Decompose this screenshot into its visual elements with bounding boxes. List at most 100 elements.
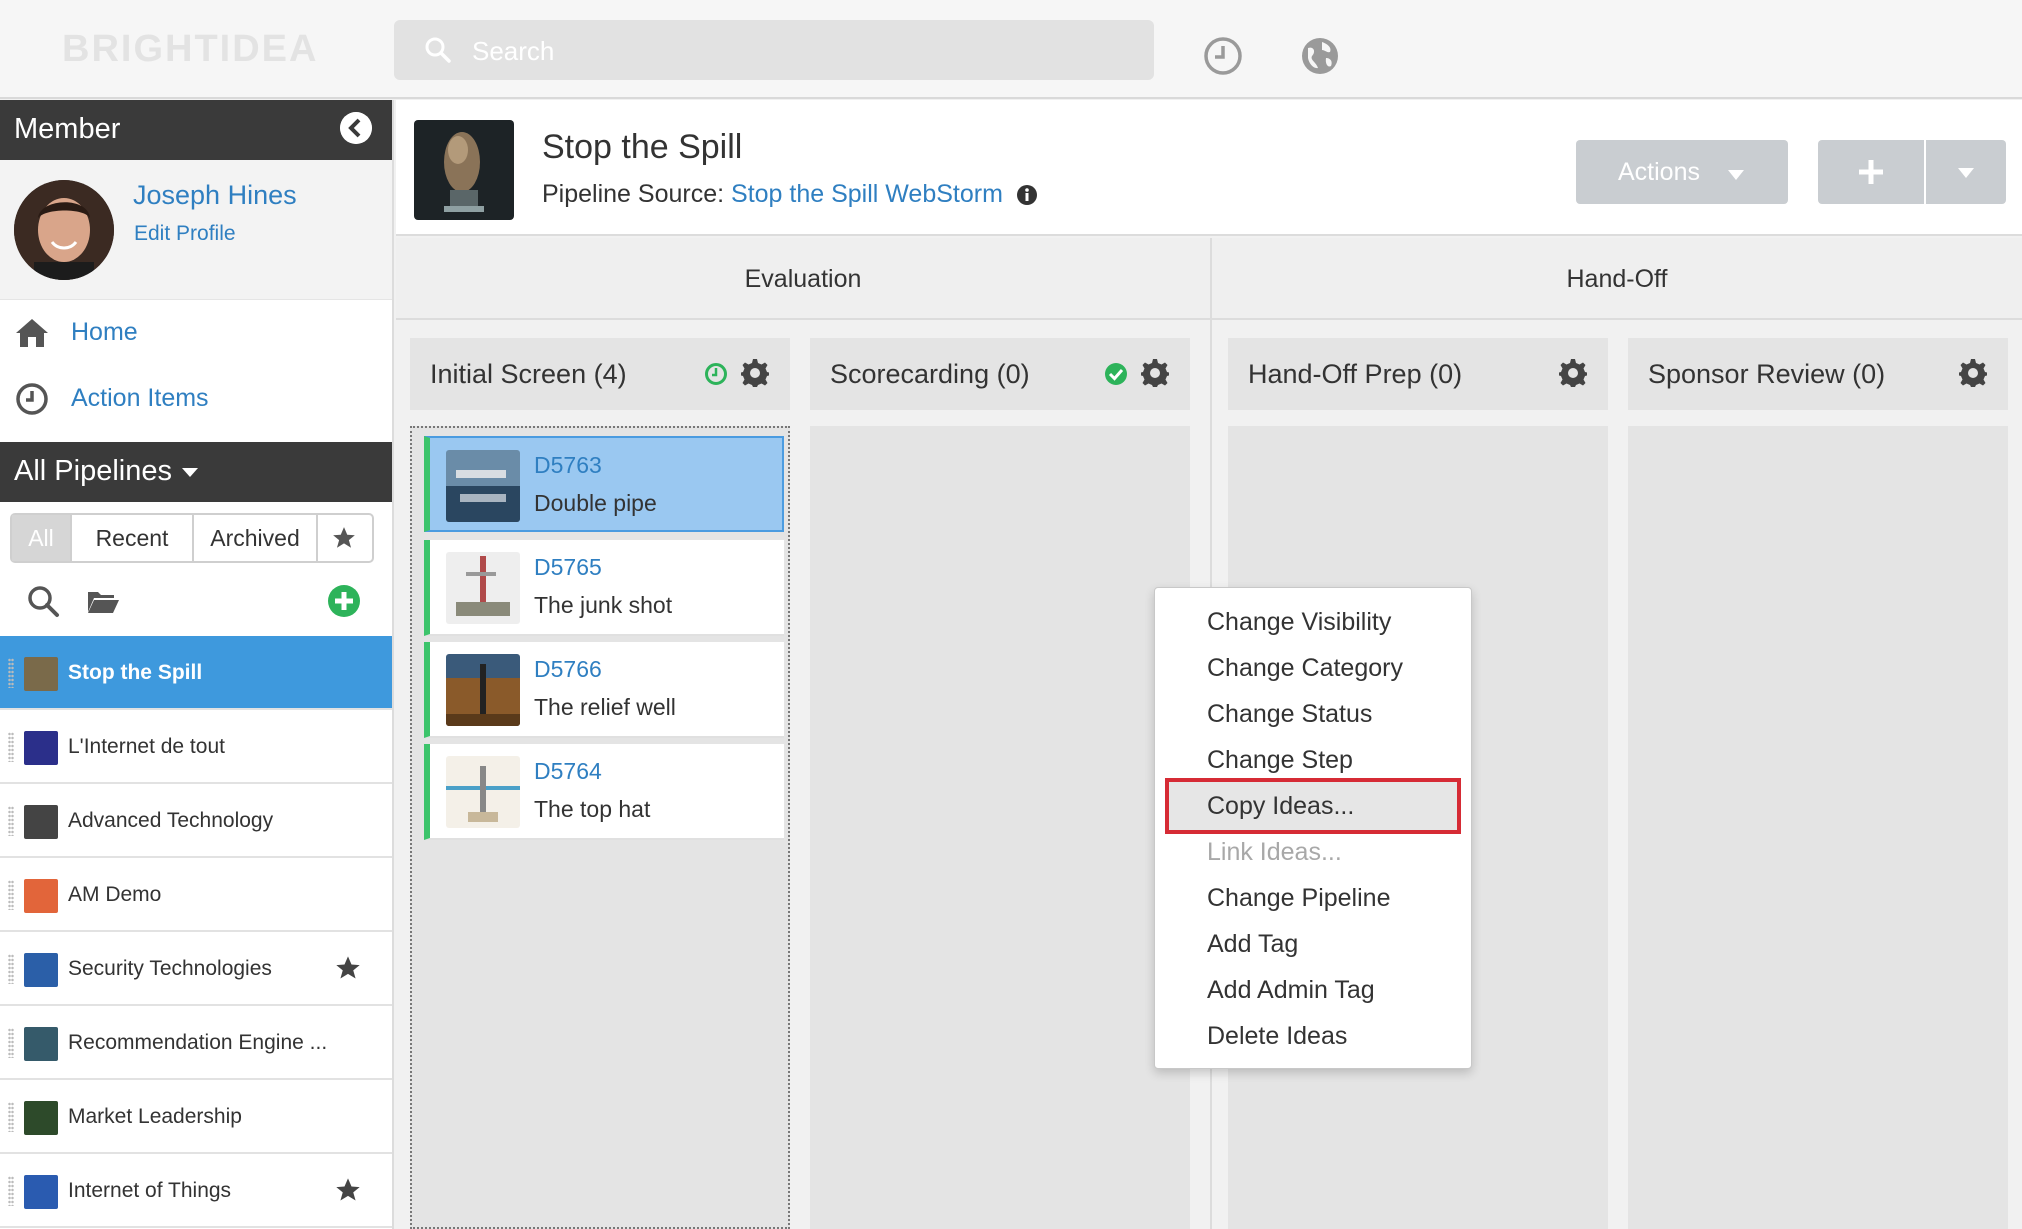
- idea-id[interactable]: D5766: [534, 656, 602, 683]
- pipeline-item[interactable]: AM Demo: [0, 858, 392, 932]
- idea-card[interactable]: D5765 The junk shot: [424, 540, 784, 636]
- pipeline-thumbnail: [24, 1101, 58, 1135]
- menu-add-admin-tag[interactable]: Add Admin Tag: [1207, 976, 1375, 1005]
- star-icon[interactable]: [334, 954, 362, 982]
- member-header: Member: [0, 100, 392, 160]
- drag-handle[interactable]: [8, 732, 14, 762]
- pipeline-name: AM Demo: [68, 883, 162, 906]
- brand-logo[interactable]: BRIGHTIDEA: [62, 28, 318, 71]
- nav-home-label: Home: [71, 318, 138, 346]
- drag-handle[interactable]: [8, 806, 14, 836]
- idea-card[interactable]: D5766 The relief well: [424, 642, 784, 738]
- add-idea-button[interactable]: [1818, 140, 1924, 204]
- idea-card[interactable]: D5764 The top hat: [424, 744, 784, 840]
- column-body-initial-screen[interactable]: D5763 Double pipe D5765 The junk shot D5…: [410, 426, 790, 1229]
- edit-profile-link[interactable]: Edit Profile: [134, 222, 236, 246]
- all-pipelines-dropdown[interactable]: All Pipelines: [0, 442, 392, 502]
- gear-icon[interactable]: [740, 358, 770, 388]
- filter-recent[interactable]: Recent: [72, 515, 194, 561]
- pipeline-thumbnail: [24, 879, 58, 913]
- menu-change-status[interactable]: Change Status: [1207, 700, 1372, 729]
- drag-handle[interactable]: [8, 880, 14, 910]
- pipeline-source-label: Pipeline Source:: [542, 180, 725, 208]
- idea-title: The top hat: [534, 796, 651, 822]
- profile-name[interactable]: Joseph Hines: [133, 180, 297, 211]
- nav-action-items-label: Action Items: [71, 384, 209, 412]
- drag-handle[interactable]: [8, 1176, 14, 1206]
- filter-all[interactable]: All: [12, 515, 72, 561]
- search-icon: [425, 37, 451, 63]
- menu-link-ideas: Link Ideas...: [1207, 838, 1342, 866]
- pipeline-filter: All Recent Archived: [10, 513, 374, 563]
- add-pipeline-icon[interactable]: [327, 584, 361, 618]
- pipeline-source-link[interactable]: Stop the Spill WebStorm: [731, 180, 1003, 208]
- page-title: Stop the Spill: [542, 128, 743, 166]
- menu-delete-ideas[interactable]: Delete Ideas: [1207, 1022, 1347, 1051]
- pipeline-board: Stop the Spill Pipeline Source: Stop the…: [396, 100, 2022, 1229]
- filter-archived[interactable]: Archived: [194, 515, 318, 561]
- column-body-scorecarding[interactable]: [810, 426, 1190, 1229]
- menu-change-category[interactable]: Change Category: [1207, 654, 1403, 683]
- pipeline-item[interactable]: L'Internet de tout: [0, 710, 392, 784]
- nav-home[interactable]: Home: [0, 300, 392, 366]
- member-header-label: Member: [14, 113, 121, 145]
- sidebar: Member Joseph Hines Edit Profile Home Ac…: [0, 100, 394, 1229]
- column-title: Scorecarding (0): [830, 359, 1030, 389]
- pipeline-header: Stop the Spill Pipeline Source: Stop the…: [396, 100, 2022, 236]
- pipeline-item[interactable]: Internet of Things: [0, 1154, 392, 1228]
- idea-card[interactable]: D5763 Double pipe: [424, 436, 784, 532]
- column-body-sponsor-review[interactable]: [1628, 426, 2008, 1229]
- pipeline-name: Recommendation Engine ...: [68, 1031, 328, 1054]
- pipeline-name: Internet of Things: [68, 1179, 232, 1202]
- pipeline-item[interactable]: Stop the Spill: [0, 636, 392, 710]
- pipeline-item[interactable]: Market Leadership: [0, 1080, 392, 1154]
- menu-change-step[interactable]: Change Step: [1207, 746, 1353, 775]
- top-bar: BRIGHTIDEA Search: [0, 0, 2022, 99]
- idea-title: The junk shot: [534, 592, 673, 618]
- idea-id[interactable]: D5765: [534, 554, 602, 581]
- folder-open-icon[interactable]: [86, 584, 120, 618]
- drag-handle[interactable]: [8, 954, 14, 984]
- pipeline-item[interactable]: Advanced Technology: [0, 784, 392, 858]
- add-dropdown-button[interactable]: [1926, 140, 2006, 204]
- collapse-sidebar-icon[interactable]: [340, 112, 372, 144]
- check-status-icon: [1105, 363, 1127, 385]
- menu-change-visibility[interactable]: Change Visibility: [1207, 608, 1391, 637]
- pipeline-name: Advanced Technology: [68, 809, 274, 832]
- pipeline-list: Stop the Spill L'Internet de tout Advanc…: [0, 636, 392, 1228]
- avatar[interactable]: [14, 180, 114, 280]
- menu-copy-ideas[interactable]: Copy Ideas...: [1207, 792, 1354, 821]
- globe-icon[interactable]: [1300, 36, 1340, 76]
- actions-button[interactable]: Actions: [1576, 140, 1788, 204]
- drag-handle[interactable]: [8, 1102, 14, 1132]
- gear-icon[interactable]: [1140, 358, 1170, 388]
- menu-add-tag[interactable]: Add Tag: [1207, 930, 1298, 959]
- caret-down-icon: [1728, 170, 1744, 180]
- pipeline-item[interactable]: Security Technologies: [0, 932, 392, 1006]
- search-icon[interactable]: [26, 584, 60, 618]
- gear-icon[interactable]: [1958, 358, 1988, 388]
- info-icon[interactable]: [1016, 184, 1038, 206]
- column-title: Initial Screen (4): [430, 359, 627, 389]
- pipeline-thumbnail: [24, 1175, 58, 1209]
- pipeline-name: Security Technologies: [68, 957, 272, 980]
- gear-icon[interactable]: [1558, 358, 1588, 388]
- nav-action-items[interactable]: Action Items: [0, 366, 392, 432]
- drag-handle[interactable]: [8, 658, 14, 688]
- pipeline-source: Pipeline Source: Stop the Spill WebStorm: [542, 180, 1038, 209]
- search-bar[interactable]: Search: [394, 20, 1154, 80]
- clock-icon[interactable]: [1203, 36, 1243, 76]
- pipeline-name: Stop the Spill: [68, 661, 203, 684]
- filter-starred[interactable]: [318, 515, 372, 561]
- star-icon[interactable]: [334, 1176, 362, 1204]
- idea-id[interactable]: D5763: [534, 452, 602, 479]
- idea-thumbnail: [446, 756, 520, 828]
- search-input[interactable]: Search: [472, 36, 554, 67]
- drag-handle[interactable]: [8, 1028, 14, 1058]
- pipeline-tools: [0, 570, 392, 630]
- menu-change-pipeline[interactable]: Change Pipeline: [1207, 884, 1390, 913]
- idea-id[interactable]: D5764: [534, 758, 602, 785]
- caret-down-icon: [1958, 168, 1974, 178]
- column-scorecarding: Scorecarding (0): [810, 338, 1190, 410]
- pipeline-item[interactable]: Recommendation Engine ...: [0, 1006, 392, 1080]
